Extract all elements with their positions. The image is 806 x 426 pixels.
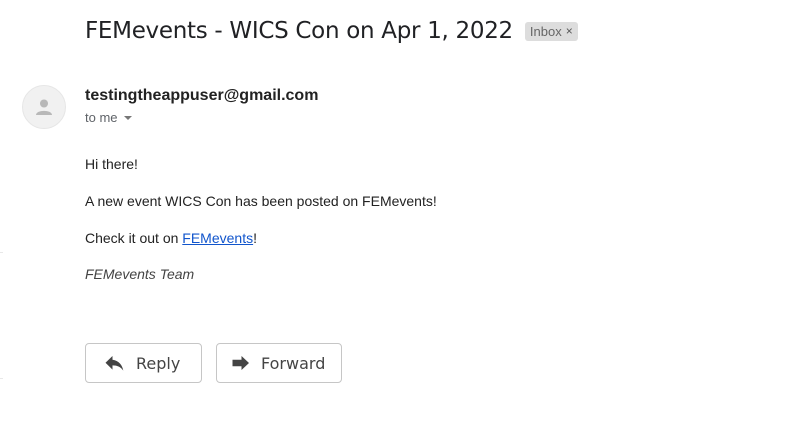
email-subject: FEMevents - WICS Con on Apr 1, 2022 [85, 18, 513, 44]
email-signature: FEMevents Team [85, 266, 195, 282]
reply-label: Reply [136, 353, 181, 373]
femevents-link[interactable]: FEMevents [182, 230, 253, 246]
edge-divider [0, 252, 3, 253]
forward-arrow-icon [232, 355, 250, 371]
inbox-label-text: Inbox [529, 23, 562, 39]
sender-avatar[interactable] [22, 85, 66, 129]
close-icon[interactable]: × [566, 23, 573, 40]
forward-label: Forward [261, 353, 326, 373]
reply-button[interactable]: Reply [85, 343, 202, 383]
reply-arrow-icon [105, 355, 124, 371]
recipient-summary[interactable]: to me [85, 110, 132, 125]
cta-prefix: Check it out on [85, 230, 183, 246]
cta-suffix: ! [253, 230, 257, 246]
sender-email[interactable]: testingtheappuser@gmail.com [85, 87, 318, 105]
edge-divider [0, 378, 3, 379]
caret-down-icon[interactable] [123, 115, 132, 120]
person-icon [36, 99, 52, 115]
forward-button[interactable]: Forward [216, 343, 342, 383]
body-cta: Check it out on FEMevents! [85, 230, 257, 246]
body-greeting: Hi there! [85, 156, 138, 172]
inbox-label-chip[interactable]: Inbox × [524, 21, 578, 41]
recipient-text: to me [85, 110, 118, 125]
body-announcement: A new event WICS Con has been posted on … [85, 193, 437, 209]
subject-header: FEMevents - WICS Con on Apr 1, 2022 Inbo… [85, 18, 578, 44]
